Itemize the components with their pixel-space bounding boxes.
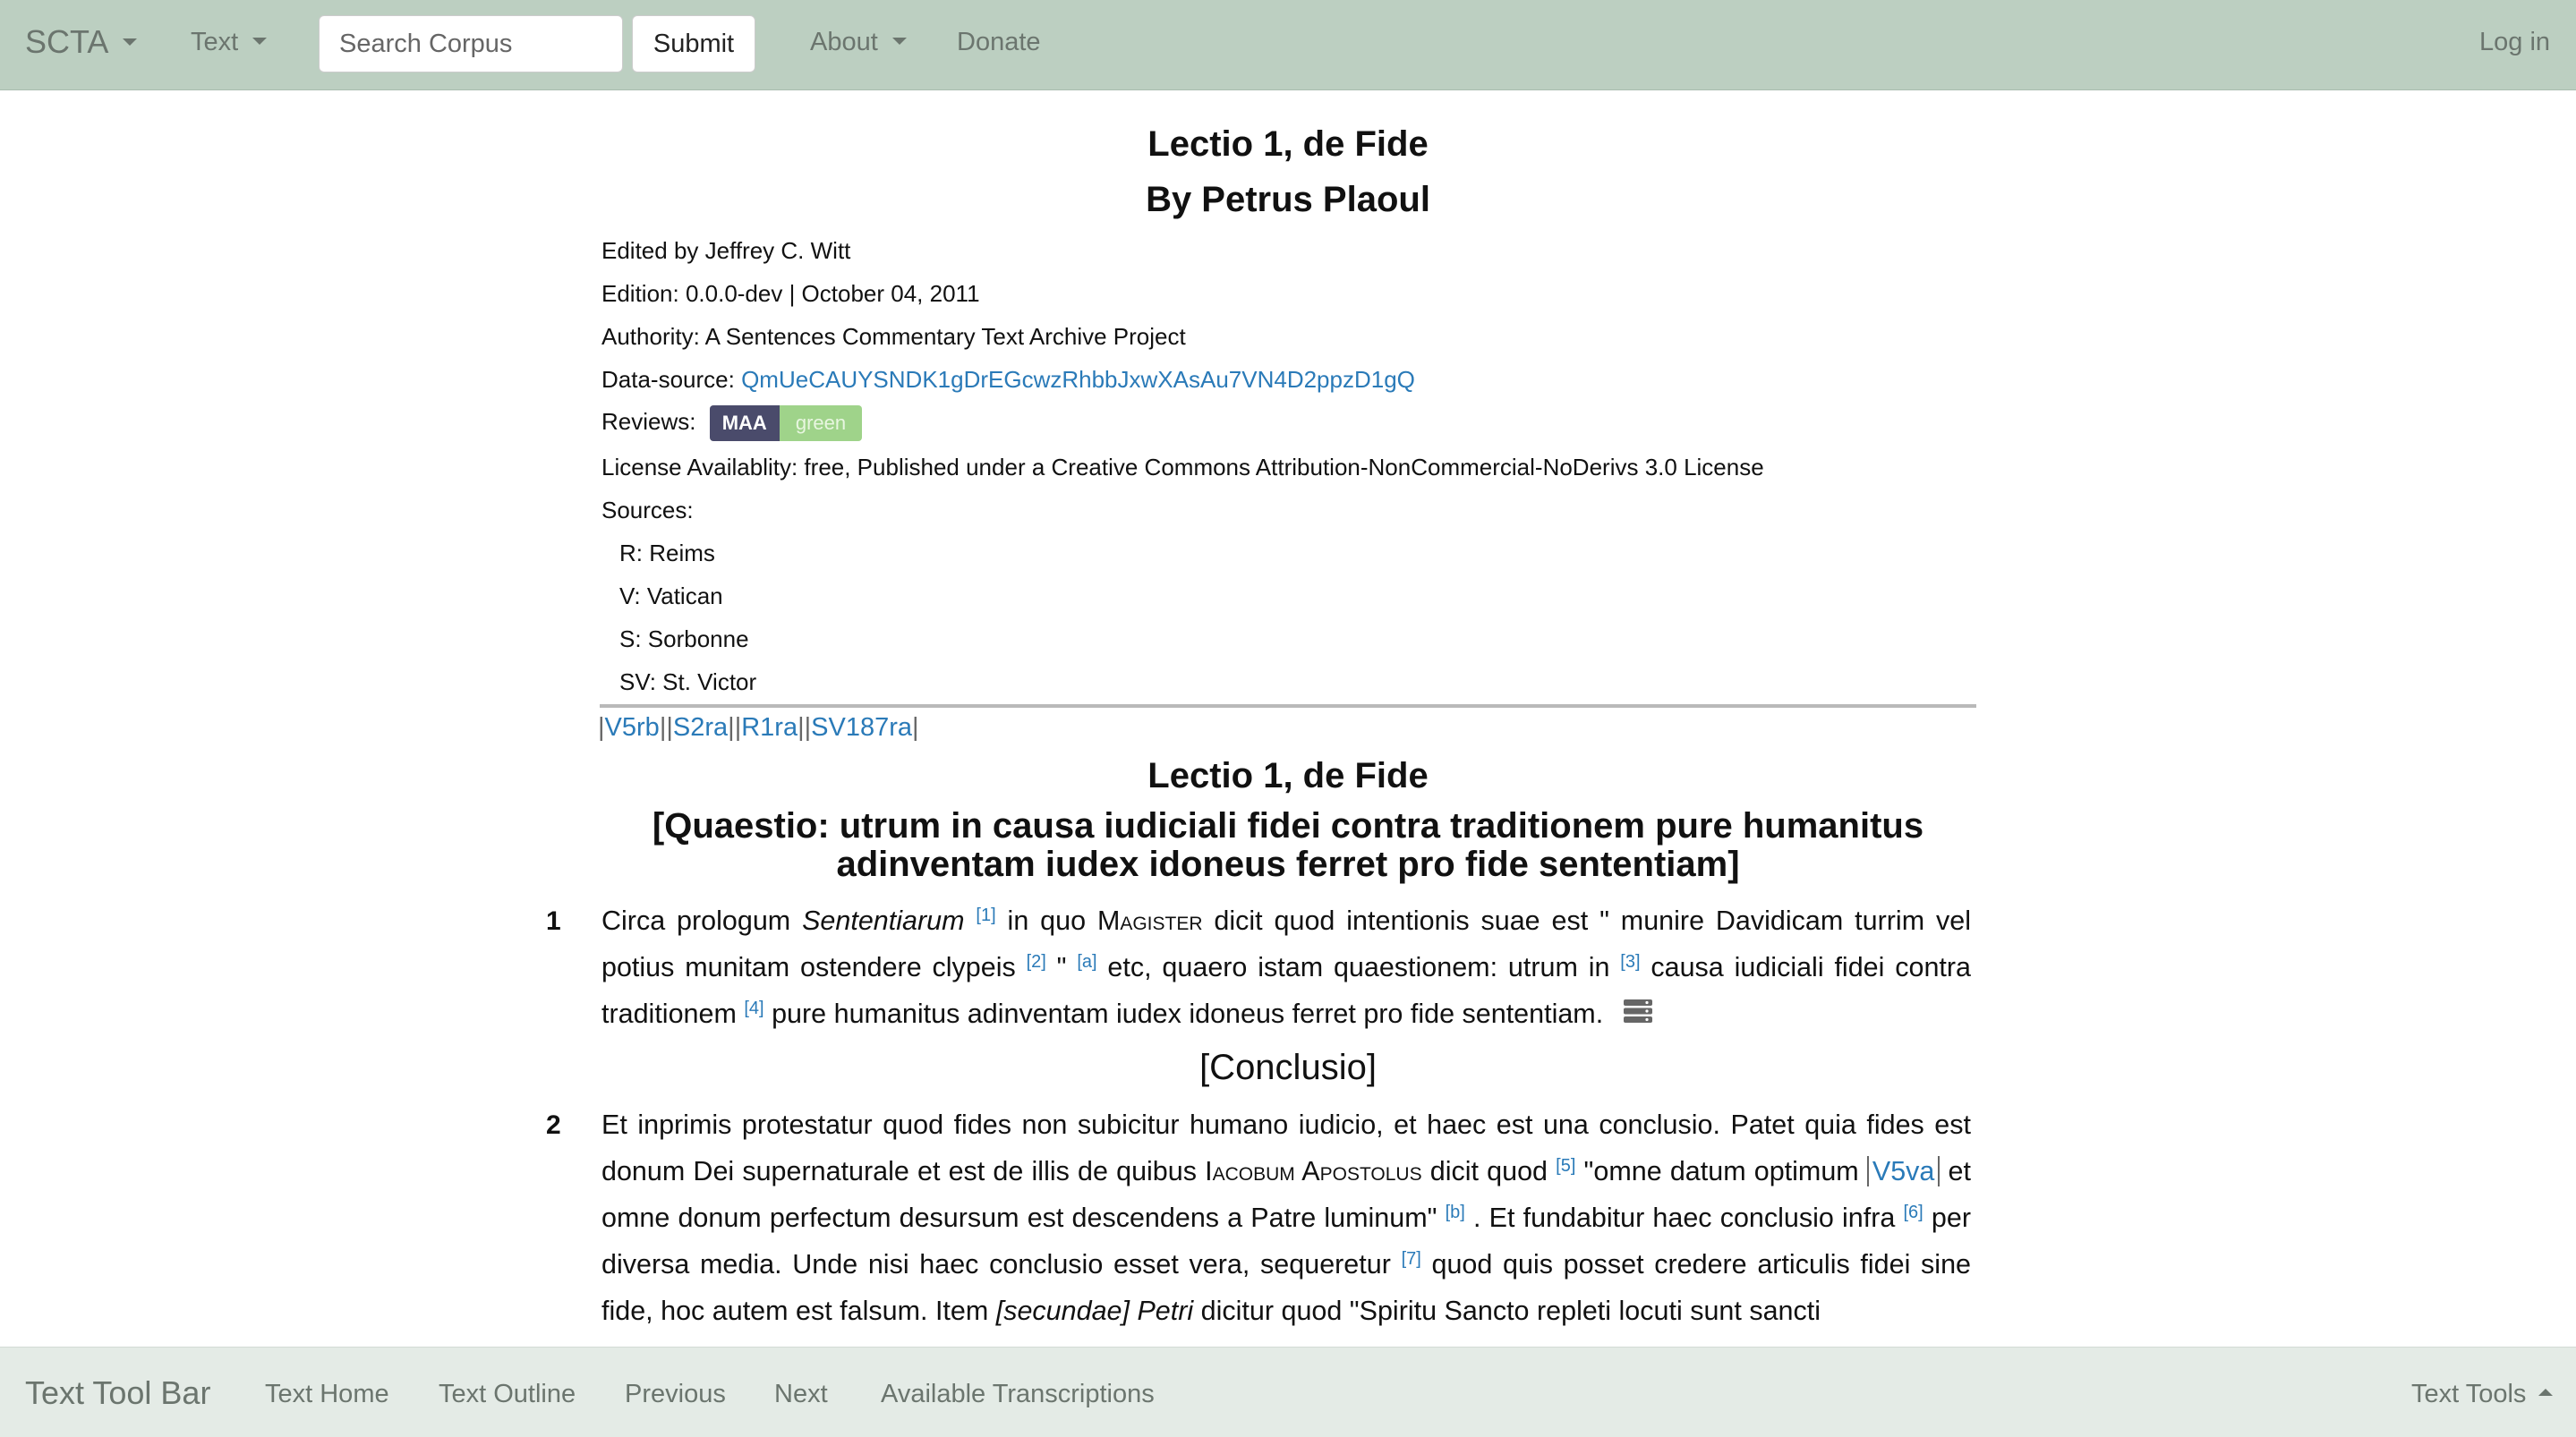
text-title: Lectio 1, de Fide <box>1147 756 1429 795</box>
data-source-link[interactable]: QmUeCAUYSNDK1gDrEGcwzRhbbJxwXAsAu7VN4D2p… <box>741 366 1415 393</box>
conclusio-heading: [Conclusio] <box>1199 1048 1377 1087</box>
top-navbar: SCTA Text Submit About Donate Log in <box>0 0 2576 90</box>
sources-label: Sources: <box>601 497 694 523</box>
footnote-link[interactable]: [7] <box>1402 1249 1421 1269</box>
data-source-label: Data-source: <box>601 366 742 393</box>
available-transcriptions-link[interactable]: Available Transcriptions <box>881 1380 1155 1409</box>
review-badge-status: green <box>779 405 863 441</box>
reviews-label: Reviews: <box>601 407 696 435</box>
submit-button[interactable]: Submit <box>632 15 755 72</box>
author-line: By Petrus Plaoul <box>1146 180 1430 219</box>
text-outline-link[interactable]: Text Outline <box>439 1380 576 1409</box>
footnote-link[interactable]: [4] <box>744 999 763 1018</box>
edition-info: Edition: 0.0.0-dev | October 04, 2011 <box>601 280 980 307</box>
main-content: Lectio 1, de Fide By Petrus Plaoul Edite… <box>0 90 2576 1347</box>
license-info: License Availablity: free, Published und… <box>601 454 1764 480</box>
folio-link[interactable]: SV187ra <box>811 713 912 742</box>
donate-link[interactable]: Donate <box>957 28 1041 57</box>
source-item: SV: St. Victor <box>619 668 757 695</box>
previous-link[interactable]: Previous <box>625 1380 726 1409</box>
quaestio-heading-line1: [Quaestio: utrum in causa iudiciali fide… <box>652 806 1924 846</box>
text-home-link[interactable]: Text Home <box>265 1380 389 1409</box>
footnote-link[interactable]: [3] <box>1620 952 1640 972</box>
text-menu-label: Text <box>191 28 239 56</box>
chevron-up-icon <box>2538 1389 2554 1397</box>
text-tools-menu[interactable]: Text Tools <box>2411 1380 2554 1409</box>
paragraph-1: Circa prologum Sententiarum [1] in quo M… <box>601 897 1971 1039</box>
edited-by: Edited by Jeffrey C. Witt <box>601 237 851 264</box>
search-input[interactable] <box>319 15 623 72</box>
folio-link[interactable]: R1ra <box>741 713 798 742</box>
folio-links: |V5rb||S2ra||R1ra||SV187ra| <box>598 713 919 742</box>
chevron-down-icon <box>891 38 907 46</box>
footnote-link[interactable]: [1] <box>976 906 995 925</box>
paragraph-tools-icon[interactable] <box>1623 992 1653 1039</box>
footnote-link[interactable]: [6] <box>1904 1203 1923 1222</box>
brand-label: SCTA <box>25 23 109 60</box>
text-menu[interactable]: Text <box>191 28 268 57</box>
paragraph-number: 2 <box>546 1110 561 1140</box>
login-link[interactable]: Log in <box>2479 28 2550 57</box>
paragraph-2: Et inprimis protestatur quod fides non s… <box>601 1110 1971 1326</box>
footnote-link[interactable]: [b] <box>1446 1203 1465 1222</box>
footnote-link[interactable]: [a] <box>1077 952 1096 972</box>
about-menu-label: About <box>810 28 878 56</box>
folio-link[interactable]: V5va <box>1866 1156 1941 1186</box>
review-badge[interactable]: MAA green <box>709 405 863 441</box>
source-item: V: Vatican <box>619 582 723 609</box>
reviews: Reviews: MAA green <box>601 405 863 441</box>
folio-link[interactable]: V5rb <box>605 713 660 742</box>
tool-bar-title: Text Tool Bar <box>25 1374 211 1411</box>
footnote-link[interactable]: [5] <box>1556 1156 1575 1176</box>
folio-link[interactable]: S2ra <box>673 713 728 742</box>
text-tool-bar: Text Tool Bar Text Home Text Outline Pre… <box>0 1347 2576 1437</box>
next-link[interactable]: Next <box>774 1380 828 1409</box>
chevron-down-icon <box>252 38 268 46</box>
text-tools-label: Text Tools <box>2411 1380 2527 1408</box>
brand-menu[interactable]: SCTA <box>25 23 138 61</box>
review-badge-reviewer: MAA <box>709 405 780 441</box>
source-item: R: Reims <box>619 540 715 566</box>
source-item: S: Sorbonne <box>619 625 749 652</box>
quaestio-heading-line2: adinventam iudex idoneus ferret pro fide… <box>836 845 1740 884</box>
about-menu[interactable]: About <box>810 28 907 57</box>
chevron-down-icon <box>123 38 138 47</box>
footnote-link[interactable]: [2] <box>1027 952 1046 972</box>
authority-info: Authority: A Sentences Commentary Text A… <box>601 323 1186 350</box>
data-source: Data-source: QmUeCAUYSNDK1gDrEGcwzRhbbJx… <box>601 366 1415 394</box>
page-title: Lectio 1, de Fide <box>1147 124 1429 164</box>
paragraph-number: 1 <box>546 906 561 936</box>
divider <box>600 704 1976 708</box>
